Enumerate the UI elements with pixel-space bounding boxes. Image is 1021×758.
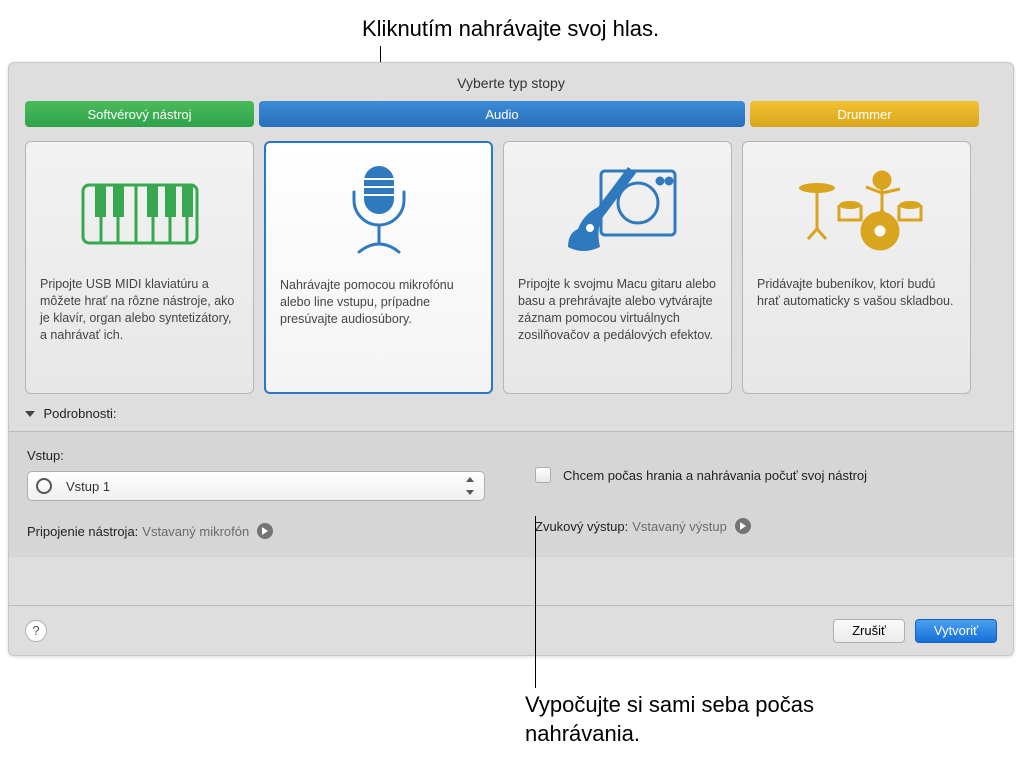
callout-leader-bottom — [535, 516, 536, 688]
output-label: Zvukový výstup: — [535, 519, 628, 534]
microphone-icon — [280, 149, 477, 272]
connection-go-icon[interactable] — [257, 523, 273, 539]
card-description: Pripojte k svojmu Macu gitaru alebo basu… — [518, 276, 717, 344]
details-label: Podrobnosti: — [43, 406, 116, 421]
tab-drummer[interactable]: Drummer — [750, 101, 979, 127]
output-go-icon[interactable] — [735, 518, 751, 534]
card-description: Nahrávajte pomocou mikrofónu alebo line … — [280, 277, 477, 328]
dialog-title: Vyberte typ stopy — [9, 63, 1013, 101]
create-button[interactable]: Vytvoriť — [915, 619, 997, 643]
input-label: Vstup: — [27, 448, 487, 463]
new-track-dialog: Vyberte typ stopy Softvérový nástroj Aud… — [8, 62, 1014, 656]
monitor-checkbox[interactable] — [535, 467, 551, 483]
tab-audio[interactable]: Audio — [259, 101, 745, 127]
connection-value: Vstavaný mikrofón — [142, 524, 249, 539]
track-type-tabs: Softvérový nástroj Audio Drummer — [9, 101, 1013, 127]
callout-hear-yourself: Vypočujte si sami seba počas nahrávania. — [525, 690, 845, 749]
tab-software-instrument[interactable]: Softvérový nástroj — [25, 101, 254, 127]
input-select[interactable]: Vstup 1 — [27, 471, 485, 501]
card-drummer[interactable]: Pridávajte bubeníkov, ktorí budú hrať au… — [742, 141, 971, 394]
input-channel-icon — [36, 478, 52, 494]
output-value: Vstavaný výstup — [632, 519, 727, 534]
card-audio-mic[interactable]: Nahrávajte pomocou mikrofónu alebo line … — [264, 141, 493, 394]
card-software-instrument[interactable]: Pripojte USB MIDI klaviatúru a môžete hr… — [25, 141, 254, 394]
track-type-cards: Pripojte USB MIDI klaviatúru a môžete hr… — [9, 127, 1013, 400]
monitor-checkbox-label: Chcem počas hrania a nahrávania počuť sv… — [563, 468, 867, 483]
input-value: Vstup 1 — [66, 479, 110, 494]
keyboard-icon — [40, 148, 239, 271]
cancel-button[interactable]: Zrušiť — [833, 619, 905, 643]
card-description: Pripojte USB MIDI klaviatúru a môžete hr… — [40, 276, 239, 344]
help-button[interactable]: ? — [25, 620, 47, 642]
card-description: Pridávajte bubeníkov, ktorí budú hrať au… — [757, 276, 956, 310]
dialog-footer: ? Zrušiť Vytvoriť — [9, 605, 1013, 655]
select-arrows-icon — [464, 477, 476, 495]
guitar-amp-icon — [518, 148, 717, 271]
connection-label: Pripojenie nástroja: — [27, 524, 138, 539]
disclosure-triangle-icon — [25, 411, 35, 417]
callout-record-voice: Kliknutím nahrávajte svoj hlas. — [362, 14, 659, 44]
card-audio-guitar[interactable]: Pripojte k svojmu Macu gitaru alebo basu… — [503, 141, 732, 394]
drummer-icon — [757, 148, 956, 271]
details-disclosure[interactable]: Podrobnosti: — [9, 400, 1013, 431]
details-panel: Vstup: Vstup 1 Pripojenie nástroja: Vsta… — [9, 431, 1013, 557]
